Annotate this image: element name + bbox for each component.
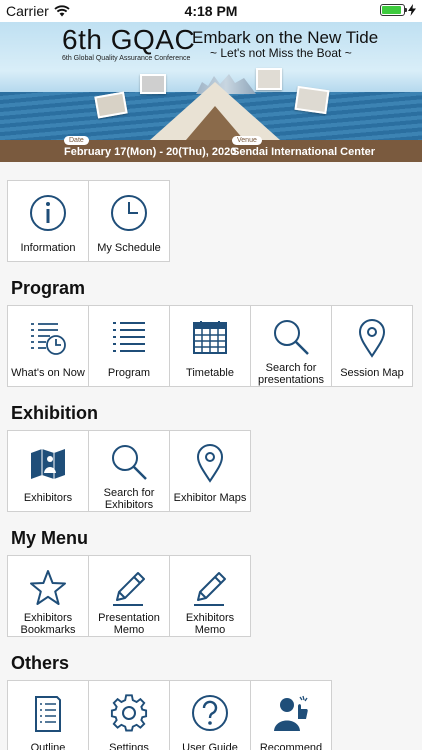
tile-program[interactable]: Program [88,305,170,387]
tile-search-exhibitors[interactable]: Search for Exhibitors [88,430,170,512]
clock-time: 4:18 PM [184,3,238,19]
tile-whats-on-now[interactable]: What's on Now [7,305,89,387]
banner-photo [256,68,282,90]
pencil-icon [170,568,250,608]
tile-recommend[interactable]: Recommend [250,680,332,750]
banner-tagline: Embark on the New Tide [192,28,379,47]
info-icon [8,193,88,233]
tile-label: Exhibitors [23,492,73,504]
section-title-program: Program [11,278,86,298]
gear-icon [89,693,169,733]
clock-icon [89,193,169,233]
search-icon [89,443,169,483]
top-grid: Information My Schedule [7,180,170,262]
tile-outline[interactable]: Outline [7,680,89,750]
my-menu-grid: Exhibitors Bookmarks Presentation Memo E… [7,555,251,637]
program-grid: What's on Now Program Timetable Search f… [7,305,413,387]
tile-search-presentations[interactable]: Search for presentations [250,305,332,387]
tile-label: Exhibitor Maps [173,492,247,504]
tile-exhibitors-bookmarks[interactable]: Exhibitors Bookmarks [7,555,89,637]
section-title-others: Others [11,653,70,673]
conference-venue: Sendai International Center [232,146,376,158]
section-title-exhibition: Exhibition [11,403,98,423]
tile-session-map[interactable]: Session Map [331,305,413,387]
tile-label: User Guide [182,742,238,750]
tile-exhibitors-memo[interactable]: Exhibitors Memo [169,555,251,637]
map-pin-icon [332,318,412,358]
conference-banner[interactable]: 6th GQAC 6th Global Quality Assurance Co… [0,22,422,162]
tile-label: Presentation Memo [98,612,160,636]
list-icon [89,318,169,358]
status-bar: Carrier 4:18 PM [0,0,422,22]
document-icon [8,693,88,733]
tile-label: Search for presentations [257,362,325,386]
charging-icon [408,4,416,16]
pencil-icon [89,568,169,608]
tile-user-guide[interactable]: User Guide [169,680,251,750]
banner-info-bar: Date February 17(Mon) - 20(Thu), 2020 Ve… [0,136,422,162]
tile-label: Exhibitors Memo [185,612,235,636]
map-pin-icon [170,443,250,483]
question-icon [170,693,250,733]
banner-tagline-2: ~ Let's not Miss the Boat ~ [210,46,352,60]
calendar-grid-icon [170,318,250,358]
tile-my-schedule[interactable]: My Schedule [88,180,170,262]
tile-settings[interactable]: Settings [88,680,170,750]
tile-information[interactable]: Information [7,180,89,262]
tile-label: Recommend [259,742,323,750]
tile-label: Exhibitors Bookmarks [20,612,76,636]
star-icon [8,568,88,608]
banner-title: 6th GQAC [62,24,196,55]
tile-label: Program [107,367,151,379]
recommend-person-icon [251,693,331,733]
banner-photo [140,74,166,94]
tile-label: What's on Now [11,367,85,379]
tile-label: Information [20,242,76,254]
tile-label: Outline [30,742,66,750]
tile-exhibitors[interactable]: Exhibitors [7,430,89,512]
venue-pill: Venue [232,136,262,145]
tile-presentation-memo[interactable]: Presentation Memo [88,555,170,637]
conference-date: February 17(Mon) - 20(Thu), 2020 [64,146,237,158]
banner-photo [294,85,330,115]
tile-label: Session Map [340,367,404,379]
date-pill: Date [64,136,89,145]
tile-label: Search for Exhibitors [103,487,155,511]
tile-label: My Schedule [97,242,161,254]
exhibition-grid: Exhibitors Search for Exhibitors Exhibit… [7,430,251,512]
battery-icon [380,4,407,16]
banner-subtitle: 6th Global Quality Assurance Conference [62,55,191,62]
tile-timetable[interactable]: Timetable [169,305,251,387]
exhibitor-map-icon [8,443,88,483]
tile-label: Timetable [186,367,234,379]
list-clock-icon [8,318,88,358]
search-icon [251,318,331,358]
tile-label: Settings [109,742,149,750]
section-title-my-menu: My Menu [11,528,89,548]
tile-exhibitor-maps[interactable]: Exhibitor Maps [169,430,251,512]
others-grid: Outline Settings User Guide Recommend [7,680,332,750]
